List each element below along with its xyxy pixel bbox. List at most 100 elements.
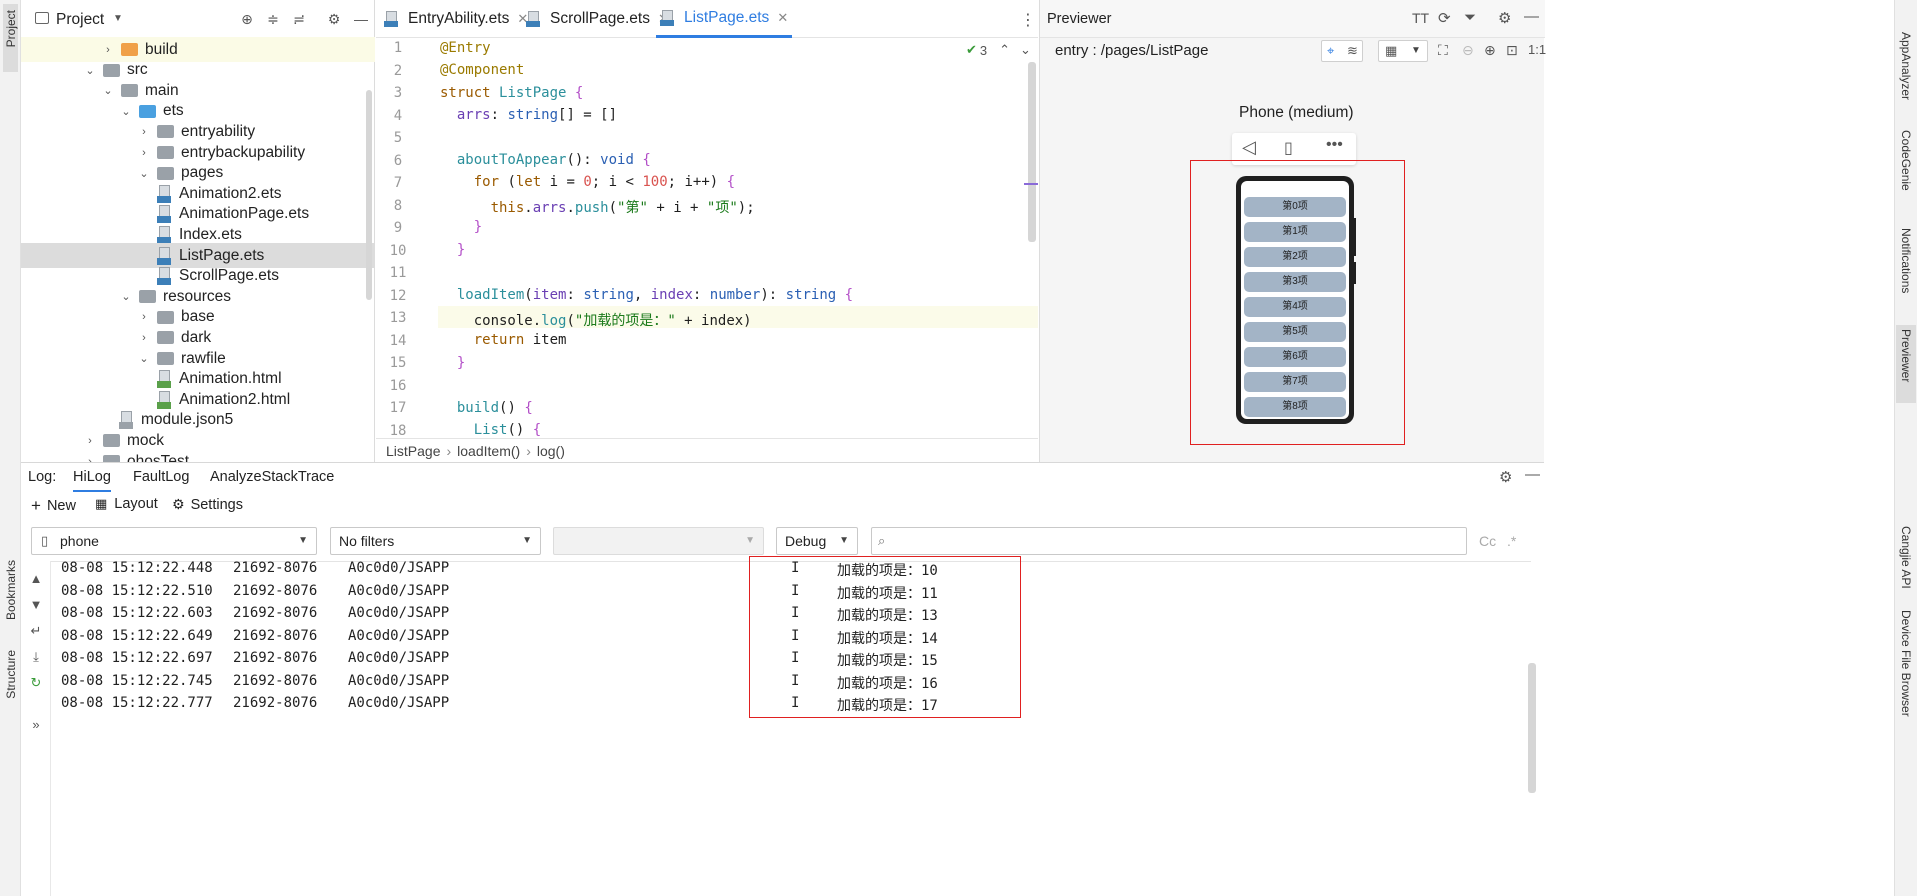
chevron-right-icon[interactable]: › (137, 332, 151, 344)
list-item[interactable]: 第8项 (1244, 397, 1346, 417)
bookmarks-tool-label[interactable]: Bookmarks (4, 560, 18, 620)
breadcrumb-item[interactable]: log() (537, 443, 565, 459)
restart-icon[interactable]: ↻ (29, 675, 43, 691)
inspect-toggle[interactable]: ⌖ ≋ (1321, 40, 1363, 62)
tab-faultlog[interactable]: FaultLog (133, 463, 189, 492)
tab-scrollpage[interactable]: ScrollPage.ets ✕ (526, 0, 669, 38)
chevron-down-icon[interactable]: ⌄ (83, 64, 97, 77)
appanalyzer-tool-label[interactable]: AppAnalyzer (1899, 32, 1913, 100)
match-case-toggle[interactable]: Cc (1479, 533, 1496, 549)
code-line[interactable]: @Component (440, 62, 524, 78)
code-line[interactable]: struct ListPage { (440, 85, 583, 101)
soft-wrap-icon[interactable]: ↵ (29, 623, 43, 639)
codegenie-tool-label[interactable]: CodeGenie (1899, 130, 1913, 191)
chevron-down-icon[interactable]: ⌄ (101, 84, 115, 97)
inspection-widget[interactable]: ✔ 3 ⌃ ⌄ (966, 42, 1031, 58)
tab-analyzestacktrace[interactable]: AnalyzeStackTrace (210, 463, 334, 492)
breadcrumb-item[interactable]: ListPage (386, 443, 440, 459)
code-line[interactable]: build() { (440, 400, 533, 416)
chevron-up-icon[interactable]: ⌃ (999, 42, 1010, 58)
chevron-down-icon[interactable]: ⌄ (1020, 42, 1031, 58)
font-size-icon[interactable]: TT (1412, 10, 1429, 26)
scroll-down-icon[interactable]: ▼ (29, 597, 43, 612)
list-item[interactable]: 第2项 (1244, 247, 1346, 267)
device-select[interactable]: ▯ phone ▼ (31, 527, 317, 555)
structure-tool-label[interactable]: Structure (4, 650, 18, 699)
chevron-right-icon[interactable]: › (101, 44, 115, 56)
tab-listpage[interactable]: ListPage.ets ✕ (656, 0, 793, 38)
tab-hilog[interactable]: HiLog (73, 463, 111, 492)
code-line[interactable]: for (let i = 0; i < 100; i++) { (440, 174, 735, 190)
scroll-to-end-icon[interactable]: ⤓ (29, 649, 43, 665)
code-line[interactable]: console.log("加载的项是：" + index) (440, 310, 752, 330)
phone-screen[interactable]: 第0项 第1项 第2项 第3项 第4项 第5项 第6项 第7项 第8项 (1241, 181, 1349, 419)
more-icon[interactable]: ••• (1326, 136, 1343, 154)
chevron-down-icon[interactable]: ⌄ (119, 105, 133, 118)
list-item[interactable]: 第3项 (1244, 272, 1346, 292)
regex-toggle[interactable]: .* (1507, 533, 1516, 549)
settings-button[interactable]: ⚙ Settings (172, 496, 243, 513)
list-item[interactable]: 第7项 (1244, 372, 1346, 392)
code-line[interactable]: List() { (440, 422, 541, 438)
crop-icon[interactable]: ⛶ (1438, 42, 1448, 59)
editor-scrollbar[interactable] (1028, 62, 1036, 242)
tab-entryability[interactable]: EntryAbility.ets ✕ (384, 0, 528, 38)
new-button[interactable]: + New (31, 496, 76, 516)
filter-select[interactable]: No filters ▼ (330, 527, 541, 555)
locate-icon[interactable]: ⊕ (239, 11, 255, 27)
filter-icon[interactable]: ⏷ (1464, 9, 1476, 26)
code-line[interactable]: @Entry (440, 40, 491, 56)
notifications-tool-label[interactable]: Notifications (1899, 228, 1913, 293)
chevron-down-icon[interactable]: ▼ (113, 13, 123, 24)
chevron-down-icon[interactable]: ⌄ (119, 290, 133, 303)
hide-panel-icon[interactable]: — (1524, 8, 1539, 25)
hide-panel-icon[interactable]: — (353, 11, 369, 27)
project-tool-tab[interactable]: Project (3, 4, 18, 72)
code-line[interactable]: loadItem(item: string, index: number): s… (440, 287, 853, 303)
level-select[interactable]: Debug ▼ (776, 527, 858, 555)
breadcrumb-item[interactable]: loadItem() (457, 443, 520, 459)
chevron-down-icon[interactable]: ⌄ (137, 167, 151, 180)
chevron-right-icon[interactable]: › (137, 147, 151, 159)
layout-select[interactable]: ▦ ▼ (1378, 40, 1428, 62)
tree-scrollbar[interactable] (366, 90, 372, 300)
code-line[interactable]: } (440, 219, 482, 235)
chevron-right-icon[interactable]: › (137, 126, 151, 138)
process-select[interactable]: ▼ (553, 527, 764, 555)
rotate-icon[interactable]: ▯ (1284, 138, 1293, 158)
list-item[interactable]: 第4项 (1244, 297, 1346, 317)
list-item[interactable]: 第0项 (1244, 197, 1346, 217)
project-panel-title[interactable]: Project (56, 11, 104, 29)
code-line[interactable]: arrs: string[] = [] (440, 107, 617, 123)
cangjie-api-tool-label[interactable]: Cangjie API (1899, 526, 1913, 589)
code-line[interactable]: aboutToAppear(): void { (440, 152, 651, 168)
log-scrollbar[interactable] (1528, 663, 1536, 793)
collapse-all-icon[interactable]: ≓ (291, 11, 307, 27)
back-icon[interactable]: ◁ (1242, 137, 1256, 158)
zoom-in-icon[interactable]: ⊕ (1484, 42, 1496, 59)
gear-icon[interactable]: ⚙ (1498, 9, 1511, 27)
list-item[interactable]: 第1项 (1244, 222, 1346, 242)
device-file-browser-tool-label[interactable]: Device File Browser (1899, 610, 1913, 717)
list-item[interactable]: 第5项 (1244, 322, 1346, 342)
code-line[interactable]: return item (440, 332, 567, 348)
scroll-up-icon[interactable]: ▲ (29, 571, 43, 586)
expand-all-icon[interactable]: ≑ (265, 11, 281, 27)
hide-panel-icon[interactable]: — (1525, 466, 1540, 483)
gear-icon[interactable]: ⚙ (1499, 468, 1512, 486)
chevron-down-icon[interactable]: ⌄ (137, 352, 151, 365)
close-icon[interactable]: ✕ (777, 10, 788, 26)
gear-icon[interactable]: ⚙ (326, 11, 342, 27)
zoom-out-icon[interactable]: ⊖ (1462, 42, 1474, 59)
layout-button[interactable]: ▦ Layout (95, 496, 158, 512)
code-line[interactable]: } (440, 242, 465, 258)
previewer-tool-tab[interactable]: Previewer (1896, 325, 1916, 403)
code-line[interactable]: this.arrs.push("第" + i + "项"); (440, 197, 755, 217)
fit-screen-icon[interactable]: ⊡ (1506, 42, 1518, 59)
expand-icon[interactable]: » (29, 717, 43, 732)
code-line[interactable]: } (440, 355, 465, 371)
refresh-icon[interactable]: ⟳ (1438, 9, 1451, 27)
more-tabs-icon[interactable]: ⋮ (1020, 10, 1036, 30)
actual-size-icon[interactable]: 1:1 (1528, 42, 1546, 57)
log-search-input[interactable]: ⌕ (871, 527, 1467, 555)
